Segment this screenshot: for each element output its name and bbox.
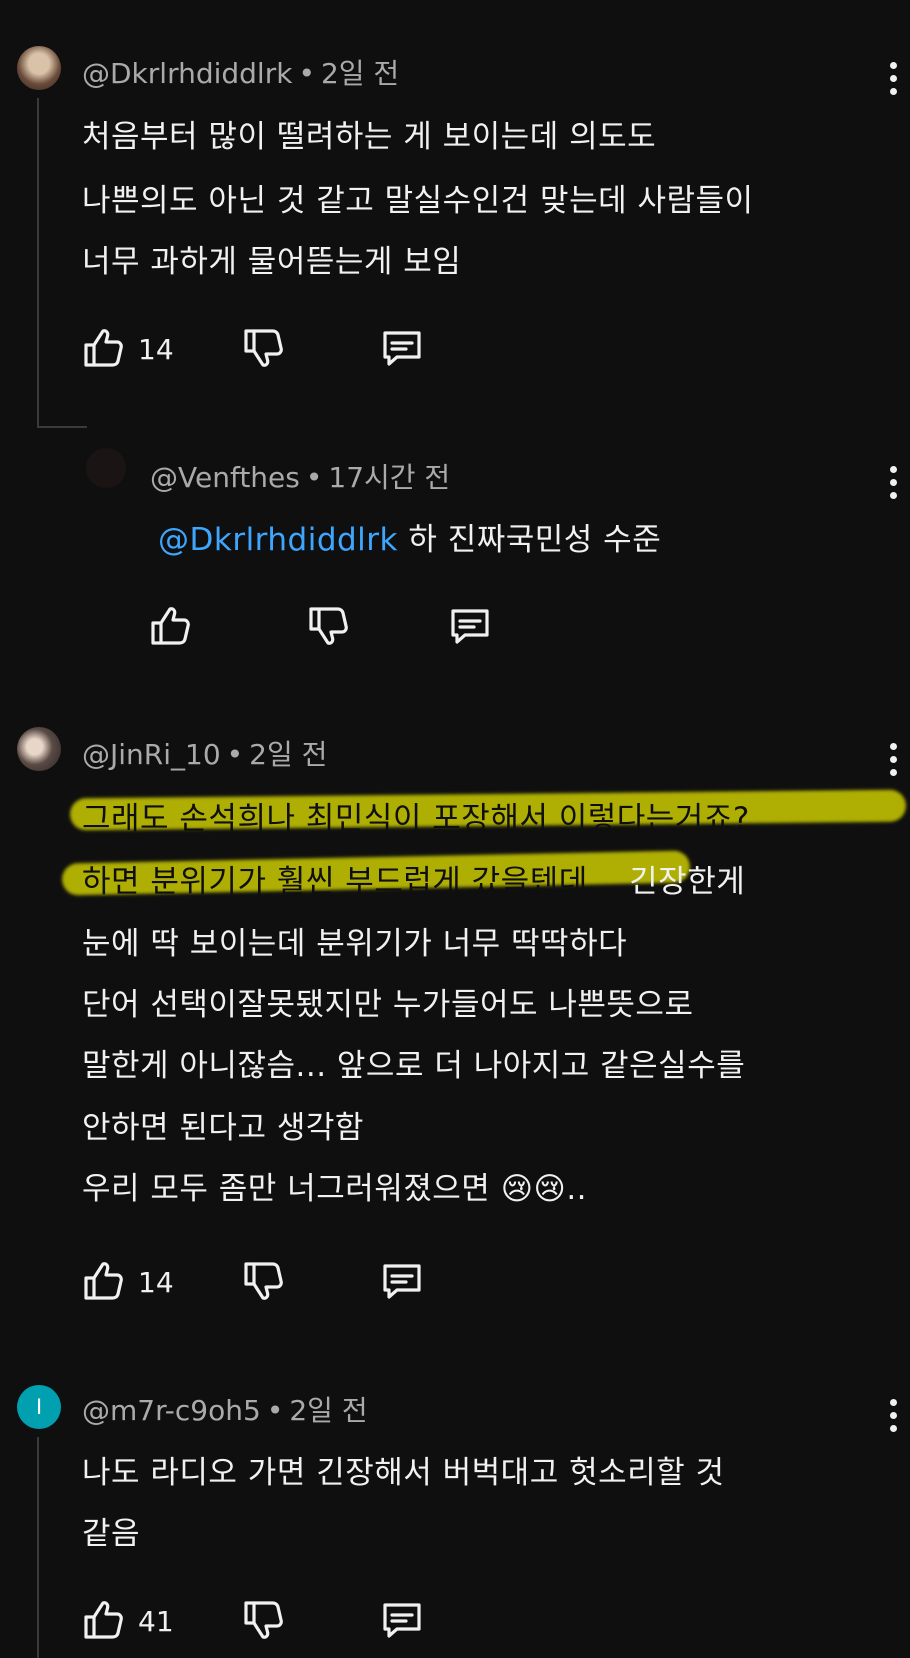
like-count: 41 bbox=[138, 1605, 174, 1638]
thumb-up-icon[interactable] bbox=[80, 1257, 128, 1305]
comment-text: 단어 선택이잘못됐지만 누가들어도 나쁜뜻으로 bbox=[82, 987, 694, 1023]
separator: • bbox=[305, 461, 323, 494]
like-count: 14 bbox=[138, 1266, 174, 1299]
more-vert-icon[interactable] bbox=[887, 466, 899, 506]
highlighted-text: 하면 분위기가 훨씬 부드럽게 갔을텐데... bbox=[82, 864, 619, 900]
reply-text: 하 진짜국민성 수준 bbox=[408, 522, 662, 558]
comment-text: 그래도 손석희나 최민식이 포장해서 이렇다는거죠? bbox=[82, 801, 750, 837]
author-handle[interactable]: @JinRi_10 bbox=[82, 738, 221, 771]
thread-line bbox=[37, 98, 39, 428]
author-handle[interactable]: @Venfthes bbox=[150, 461, 300, 494]
author-avatar[interactable] bbox=[17, 727, 61, 771]
separator: • bbox=[298, 57, 315, 90]
comment-meta: @m7r-c9oh5 • 2일 전 bbox=[82, 1389, 368, 1429]
comment-meta: @Dkrlrhdiddlrk • 2일 전 bbox=[82, 52, 399, 92]
like-count: 14 bbox=[138, 333, 174, 366]
more-vert-icon[interactable] bbox=[887, 743, 899, 783]
comment-text: 안하면 된다고 생각함 bbox=[82, 1110, 364, 1146]
comment-text: 나도 라디오 가면 긴장해서 버벅대고 헛소리할 것 bbox=[82, 1455, 725, 1491]
author-avatar[interactable] bbox=[86, 448, 126, 488]
comment-text: 눈에 딱 보이는데 분위기가 너무 딱딱하다 bbox=[82, 926, 628, 962]
timestamp: 2일 전 bbox=[289, 1394, 368, 1427]
comment-text-rest: 긴장한게 bbox=[629, 864, 746, 900]
timestamp: 2일 전 bbox=[249, 738, 328, 771]
thumb-down-icon[interactable] bbox=[305, 602, 353, 650]
comment-text: 말한게 아니잖슴... 앞으로 더 나아지고 같은실수를 bbox=[82, 1048, 746, 1084]
thumb-up-icon[interactable] bbox=[80, 324, 128, 372]
more-vert-icon[interactable] bbox=[887, 1399, 899, 1439]
crying-emoji: 😢😢.. bbox=[500, 1171, 588, 1207]
author-avatar[interactable] bbox=[17, 46, 61, 90]
separator: • bbox=[226, 738, 244, 771]
author-handle[interactable]: @Dkrlrhdiddlrk bbox=[82, 57, 292, 90]
thread-line bbox=[37, 426, 87, 428]
author-avatar[interactable]: I bbox=[17, 1385, 61, 1429]
thread-line bbox=[37, 1437, 39, 1658]
comment-text: 하면 분위기가 훨씬 부드럽게 갔을텐데... 긴장한게 bbox=[82, 856, 745, 901]
thumb-down-icon[interactable] bbox=[240, 1257, 288, 1305]
comment-text: 우리 모두 좀만 너그러워졌으면 😢😢.. bbox=[82, 1163, 587, 1208]
comment-text: 너무 과하게 물어뜯는게 보임 bbox=[82, 244, 462, 280]
more-vert-icon[interactable] bbox=[887, 62, 899, 102]
thumb-up-icon[interactable] bbox=[147, 602, 195, 650]
comment-icon[interactable] bbox=[446, 602, 494, 650]
comment-icon[interactable] bbox=[378, 1596, 426, 1644]
comment-text-part: 우리 모두 좀만 너그러워졌으면 bbox=[82, 1171, 491, 1207]
timestamp: 17시간 전 bbox=[328, 461, 451, 494]
comment-text: 같음 bbox=[82, 1516, 141, 1552]
comment-meta: @JinRi_10 • 2일 전 bbox=[82, 733, 327, 773]
comment-text: @Dkrlrhdiddlrk 하 진짜국민성 수준 bbox=[158, 514, 661, 559]
comment-icon[interactable] bbox=[378, 324, 426, 372]
timestamp: 2일 전 bbox=[320, 57, 400, 90]
comment-text: 나쁜의도 아닌 것 같고 말실수인건 맞는데 사람들이 bbox=[82, 183, 754, 219]
thumb-down-icon[interactable] bbox=[240, 1596, 288, 1644]
comment-text: 처음부터 많이 떨려하는 게 보이는데 의도도 bbox=[82, 119, 657, 155]
mention-link[interactable]: @Dkrlrhdiddlrk bbox=[158, 522, 398, 558]
thumb-down-icon[interactable] bbox=[240, 324, 288, 372]
separator: • bbox=[266, 1394, 284, 1427]
comment-meta: @Venfthes • 17시간 전 bbox=[150, 456, 450, 496]
author-handle[interactable]: @m7r-c9oh5 bbox=[82, 1394, 261, 1427]
thumb-up-icon[interactable] bbox=[80, 1596, 128, 1644]
comment-icon[interactable] bbox=[378, 1257, 426, 1305]
